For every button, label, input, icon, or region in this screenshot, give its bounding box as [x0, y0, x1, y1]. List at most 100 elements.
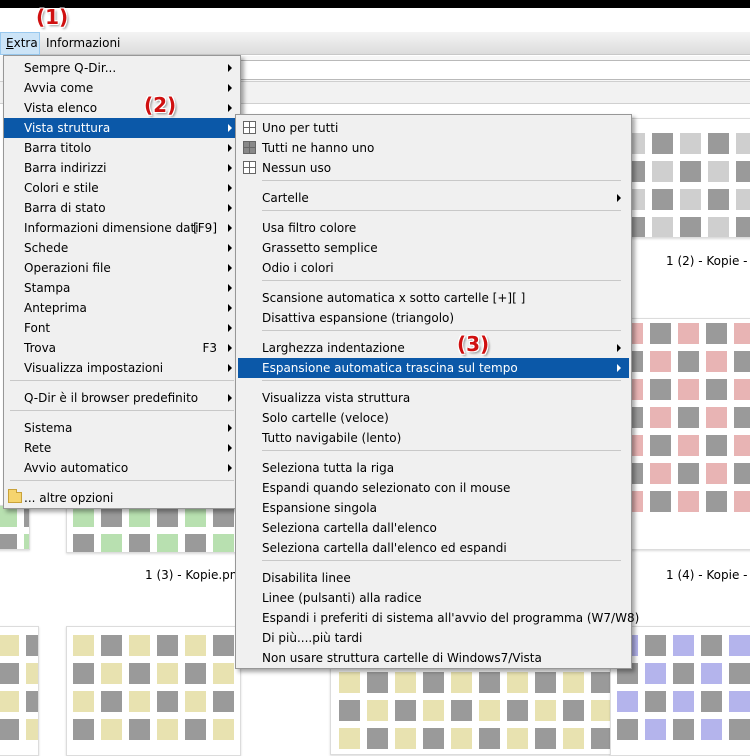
extra-menu-item-sistema[interactable]: Sistema — [4, 418, 240, 438]
tree-grid-icon — [243, 141, 256, 154]
struttura-menu-item-uno-per-tutti[interactable]: Uno per tutti — [238, 118, 629, 138]
struttura-menu-item-di-piu-piu-tardi[interactable]: Di più....più tardi — [238, 628, 629, 648]
struttura-menu-item-espansione-automatica-trascina-sul-tempo[interactable]: Espansione automatica trascina sul tempo — [238, 358, 629, 378]
thumbnail-yellow-1[interactable] — [66, 626, 241, 756]
thumbnail-cell — [26, 691, 38, 712]
thumbnail-cell — [26, 635, 38, 656]
struttura-menu-item-grassetto-semplice[interactable]: Grassetto semplice — [238, 238, 629, 258]
thumbnail-cell — [157, 635, 178, 656]
extra-menu-item-operazioni-file[interactable]: Operazioni file — [4, 258, 240, 278]
thumbnail-cell — [701, 691, 722, 712]
menu-item-label: Disabilita linee — [262, 571, 351, 585]
menu-item-label: Trova — [24, 341, 57, 355]
struttura-menu-item-espandi-quando-selezionato-con-il-mouse[interactable]: Espandi quando selezionato con il mouse — [238, 478, 629, 498]
extra-menu-item-barra-di-stato[interactable]: Barra di stato — [4, 198, 240, 218]
thumbnail-cell — [650, 323, 671, 344]
extra-menu-item-q-dir-e-il-browser-predefinito[interactable]: Q-Dir è il browser predefinito — [4, 388, 240, 408]
extra-menu-item-trova[interactable]: Trova F3 — [4, 338, 240, 358]
address-bar[interactable] — [240, 60, 750, 80]
menu-item-label: Cartelle — [262, 191, 309, 205]
thumbnail-cell — [736, 161, 750, 182]
extra-menu-item-avvio-automatico[interactable]: Avvio automatico — [4, 458, 240, 478]
thumbnail-cell — [645, 635, 666, 656]
struttura-menu-item-seleziona-tutta-la-riga[interactable]: Seleziona tutta la riga — [238, 458, 629, 478]
thumbnail-cell — [479, 672, 500, 693]
submenu-arrow-icon — [228, 324, 232, 332]
thumbnail-red[interactable] — [615, 318, 750, 550]
struttura-menu-item-tutto-navigabile-lento[interactable]: Tutto navigabile (lento) — [238, 428, 629, 448]
thumbnail-cell — [734, 407, 750, 428]
menu-item-label: Nessun uso — [262, 161, 332, 175]
struttura-menu-item-visualizza-vista-struttura[interactable]: Visualizza vista struttura — [238, 388, 629, 408]
thumbnail-cell — [157, 534, 178, 552]
extra-menu-item-visualizza-impostazioni[interactable]: Visualizza impostazioni — [4, 358, 240, 378]
struttura-menu-item-cartelle[interactable]: Cartelle — [238, 188, 629, 208]
extra-menu-item-barra-indirizzi[interactable]: Barra indirizzi — [4, 158, 240, 178]
thumbnail-cell — [591, 728, 612, 749]
submenu-arrow-icon — [228, 144, 232, 152]
thumbnail-cell — [734, 379, 750, 400]
annotation-3: (3) — [457, 332, 490, 356]
thumbnail-cell — [157, 663, 178, 684]
struttura-menu-item-nessun-uso[interactable]: Nessun uso — [238, 158, 629, 178]
extra-menu-item-stampa[interactable]: Stampa — [4, 278, 240, 298]
menu-item-label: Usa filtro colore — [262, 221, 357, 235]
extra-menu-item-font[interactable]: Font — [4, 318, 240, 338]
thumbnail-cell — [678, 323, 699, 344]
thumbnail-cell — [678, 435, 699, 456]
thumbnail-green-left[interactable] — [0, 505, 30, 550]
extra-menu-item-anteprima[interactable]: Anteprima — [4, 298, 240, 318]
thumbnail-cell — [185, 534, 206, 552]
struttura-menu-item-tutti-ne-hanno-uno[interactable]: Tutti ne hanno uno — [238, 138, 629, 158]
submenu-arrow-icon — [228, 184, 232, 192]
menu-informazioni[interactable]: Informazioni — [41, 32, 125, 55]
struttura-menu-item-espandi-i-preferiti-di-sistema-all-avvio-del-programma-w7-w8[interactable]: Espandi i preferiti di sistema all'avvio… — [238, 608, 639, 628]
thumbnail-caption-3: 1 (4) - Kopie - Ko — [666, 568, 750, 582]
extra-menu-item-vista-elenco[interactable]: Vista elenco — [4, 98, 240, 118]
thumbnail-cell — [0, 506, 17, 527]
thumbnail-cell — [736, 133, 750, 154]
thumbnail-cell — [652, 133, 673, 154]
extra-menu-item-informazioni-dimensione-dati[interactable]: Informazioni dimensione dati [F9] — [4, 218, 240, 238]
thumbnail-cell — [0, 534, 17, 549]
menu-item-label: Seleziona tutta la riga — [262, 461, 395, 475]
thumbnail-cell — [129, 691, 150, 712]
thumbnail-cell — [650, 351, 671, 372]
menu-extra-label: xtra — [13, 36, 38, 50]
thumbnail-cell — [645, 663, 666, 684]
thumbnail-yellow-2[interactable] — [330, 665, 620, 755]
thumbnail-cell — [423, 728, 444, 749]
struttura-menu-item-odio-i-colori[interactable]: Odio i colori — [238, 258, 629, 278]
struttura-menu-item-usa-filtro-colore[interactable]: Usa filtro colore — [238, 218, 629, 238]
extra-menu-item-rete[interactable]: Rete — [4, 438, 240, 458]
struttura-menu-item-linee-pulsanti-alla-radice[interactable]: Linee (pulsanti) alla radice — [238, 588, 629, 608]
thumbnail-gray[interactable] — [615, 118, 750, 238]
thumbnail-yellow-left[interactable] — [0, 626, 39, 756]
thumbnail-caption-2: 1 (3) - Kopie.png — [145, 568, 246, 582]
struttura-menu-item-disabilita-linee[interactable]: Disabilita linee — [238, 568, 629, 588]
extra-menu-item-avvia-come[interactable]: Avvia come — [4, 78, 240, 98]
extra-menu-item-altre-opzioni[interactable]: ... altre opzioni — [4, 488, 240, 508]
extra-menu-item-vista-struttura[interactable]: Vista struttura — [4, 118, 240, 138]
menu-item-label: Informazioni dimensione dati — [24, 221, 199, 235]
menu-item-label: Operazioni file — [24, 261, 111, 275]
struttura-menu-item-non-usare-struttura-cartelle-di-windows7-vista[interactable]: Non usare struttura cartelle di Windows7… — [238, 648, 629, 668]
struttura-menu-item-larghezza-indentazione[interactable]: Larghezza indentazione — [238, 338, 629, 358]
struttura-menu-item-seleziona-cartella-dall-elenco[interactable]: Seleziona cartella dall'elenco — [238, 518, 629, 538]
extra-menu-item-barra-titolo[interactable]: Barra titolo — [4, 138, 240, 158]
extra-menu-item-sempre-q-dir[interactable]: Sempre Q-Dir... — [4, 58, 240, 78]
title-area — [0, 8, 750, 32]
struttura-menu-item-scansione-automatica-x-sotto-cartelle[interactable]: Scansione automatica x sotto cartelle [+… — [238, 288, 629, 308]
thumbnail-green[interactable] — [66, 505, 241, 553]
extra-menu-item-colori-e-stile[interactable]: Colori e stile — [4, 178, 240, 198]
struttura-menu-item-disattiva-espansione-triangolo[interactable]: Disattiva espansione (triangolo) — [238, 308, 629, 328]
thumbnail-cell — [339, 728, 360, 749]
extra-menu-item-schede[interactable]: Schede — [4, 238, 240, 258]
struttura-menu-item-espansione-singola[interactable]: Espansione singola — [238, 498, 629, 518]
menu-extra[interactable]: Extra — [0, 32, 40, 55]
menu-item-label: Avvia come — [24, 81, 94, 95]
thumbnail-cell — [395, 700, 416, 721]
struttura-menu-item-seleziona-cartella-dall-elenco-ed-espandi[interactable]: Seleziona cartella dall'elenco ed espand… — [238, 538, 629, 558]
struttura-menu-item-solo-cartelle-veloce[interactable]: Solo cartelle (veloce) — [238, 408, 629, 428]
thumbnail-cell — [101, 663, 122, 684]
